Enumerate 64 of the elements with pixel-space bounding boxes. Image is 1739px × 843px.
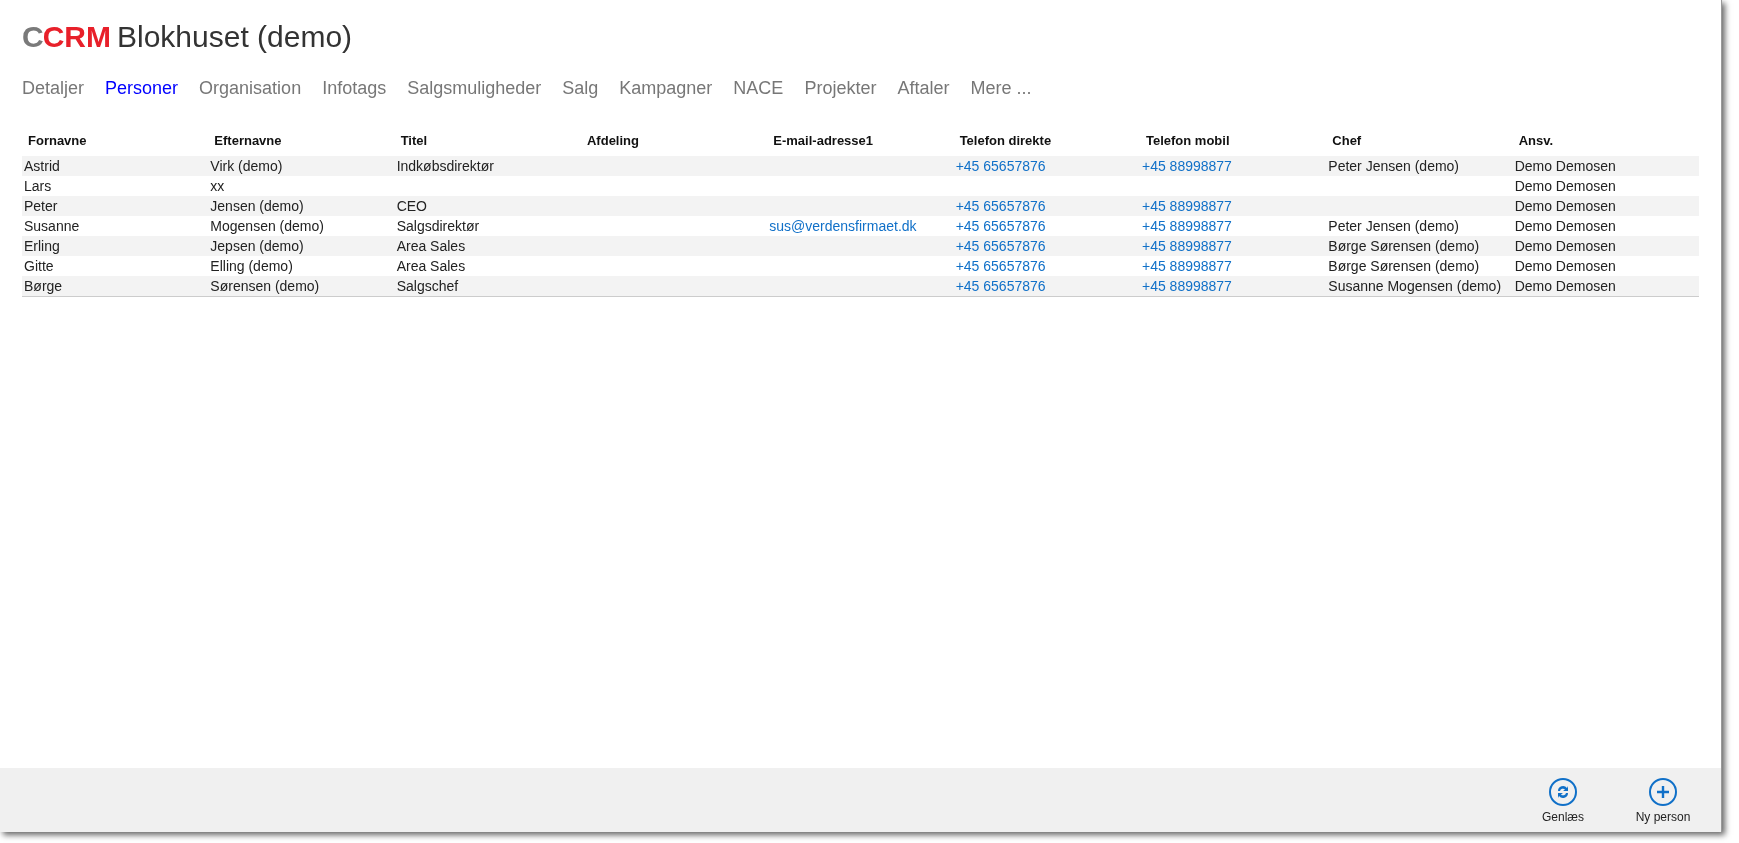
add-icon <box>1648 776 1678 807</box>
link[interactable]: +45 88998877 <box>1141 218 1232 234</box>
nav-tab[interactable]: NACE <box>733 78 784 99</box>
table-cell: Gitte <box>22 256 209 276</box>
table-cell: Susanne <box>22 216 209 236</box>
logo-text: CRM <box>42 20 111 54</box>
nav-tab[interactable]: Salgsmuligheder <box>407 78 542 99</box>
table-cell: xx <box>208 176 395 196</box>
column-header[interactable]: Fornavne <box>22 133 209 156</box>
table-cell: Demo Demosen <box>1512 256 1699 276</box>
nav-tab[interactable]: Aftaler <box>897 78 950 99</box>
column-header[interactable]: Titel <box>394 133 581 156</box>
page-title: Blokhuset (demo) <box>117 20 353 54</box>
table-cell: Peter Jensen (demo) <box>1326 216 1513 236</box>
nav-tab[interactable]: Projekter <box>804 78 877 99</box>
table-cell: Børge Sørensen (demo) <box>1326 256 1513 276</box>
table-cell: Børge <box>22 276 209 297</box>
column-header[interactable]: Telefon direkte <box>953 133 1140 156</box>
table-cell: Børge Sørensen (demo) <box>1326 236 1513 256</box>
table-cell: Astrid <box>22 156 209 176</box>
table-cell: Area Sales <box>394 236 581 256</box>
column-header[interactable]: Chef <box>1326 133 1513 156</box>
link[interactable]: +45 65657876 <box>955 218 1046 234</box>
nav-tab[interactable]: Organisation <box>199 78 302 99</box>
table-cell: Demo Demosen <box>1512 236 1699 256</box>
table-cell: Indkøbsdirektør <box>394 156 581 176</box>
table-cell: Erling <box>22 236 209 256</box>
column-header[interactable]: Efternavne <box>208 133 395 156</box>
table-cell: Jensen (demo) <box>208 196 395 216</box>
table-cell: Area Sales <box>394 256 581 276</box>
table-cell: Demo Demosen <box>1512 216 1699 236</box>
refresh-icon <box>1548 776 1578 807</box>
table-cell: Jepsen (demo) <box>208 236 395 256</box>
link[interactable]: +45 65657876 <box>955 258 1046 274</box>
nav-tab[interactable]: Kampagner <box>619 78 713 99</box>
table-cell: Susanne Mogensen (demo) <box>1326 276 1513 297</box>
app-bar-button[interactable]: Ny person <box>1627 768 1699 832</box>
table-cell: Salgsdirektør <box>394 216 581 236</box>
table-cell: Sørensen (demo) <box>208 276 395 297</box>
nav-tab[interactable]: Personer <box>105 78 179 99</box>
logo-letter: C <box>22 20 43 54</box>
column-header[interactable]: Ansv. <box>1512 133 1699 156</box>
table-cell: Demo Demosen <box>1512 176 1699 196</box>
nav-tab[interactable]: Mere ... <box>970 78 1032 99</box>
table-cell: Mogensen (demo) <box>208 216 395 236</box>
nav-tab[interactable]: Salg <box>562 78 599 99</box>
link[interactable]: +45 88998877 <box>1141 258 1232 274</box>
table-cell: Peter Jensen (demo) <box>1326 156 1513 176</box>
nav-tab[interactable]: Detaljer <box>22 78 85 99</box>
column-header[interactable]: Telefon mobil <box>1139 133 1327 156</box>
column-header[interactable]: Afdeling <box>581 133 768 156</box>
table-cell: Lars <box>22 176 209 196</box>
table-cell: Demo Demosen <box>1512 156 1699 176</box>
table-cell: Salgschef <box>394 276 581 297</box>
table-cell: Peter <box>22 196 209 216</box>
nav-tab[interactable]: Infotags <box>322 78 387 99</box>
table-cell: Demo Demosen <box>1512 276 1699 297</box>
link[interactable]: sus@verdensfirmaet.dk <box>769 218 917 234</box>
table-cell: Demo Demosen <box>1512 196 1699 216</box>
table-cell: CEO <box>394 196 581 216</box>
table-cell: Elling (demo) <box>208 256 395 276</box>
table-cell: Virk (demo) <box>208 156 395 176</box>
column-header[interactable]: E-mail-adresse1 <box>767 133 954 156</box>
app-bar-button[interactable]: Genlæs <box>1527 768 1599 832</box>
